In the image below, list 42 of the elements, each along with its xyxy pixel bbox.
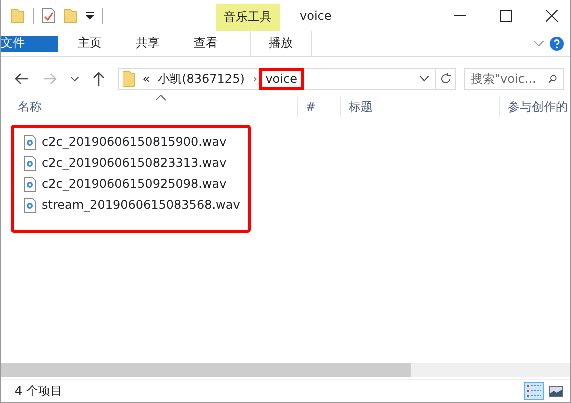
file-name[interactable]: c2c_20190606150925098.wav: [42, 177, 227, 191]
ribbon-tab[interactable]: 播放: [250, 31, 312, 56]
audio-file-icon: [24, 134, 36, 150]
column-header[interactable]: #: [297, 97, 340, 117]
address-bar[interactable]: « 小凯(8367125) › voice: [118, 68, 436, 90]
item-count: 4 个项目: [15, 382, 62, 400]
refresh-icon: [440, 73, 452, 85]
column-header[interactable]: 标题: [340, 97, 499, 117]
search-field[interactable]: 搜索"voic...: [464, 68, 564, 90]
audio-file-icon: [24, 176, 36, 192]
close-icon[interactable]: [546, 10, 558, 22]
help-icon[interactable]: [550, 36, 564, 50]
column-header[interactable]: 名称: [1, 97, 297, 117]
ribbon-tab[interactable]: 查看: [180, 31, 232, 56]
maximize-icon[interactable]: [500, 10, 512, 22]
breadcrumb-item[interactable]: 小凯(8367125): [154, 70, 249, 88]
up-arrow-icon[interactable]: [92, 72, 105, 86]
file-name[interactable]: c2c_20190606150815900.wav: [42, 135, 227, 149]
breadcrumb-item[interactable]: voice: [262, 71, 302, 87]
audio-file-icon: [24, 156, 36, 170]
ribbon-tab[interactable]: 主页: [64, 31, 116, 56]
context-tab-group: 音乐工具: [216, 4, 280, 31]
file-name[interactable]: c2c_20190606150823313.wav: [42, 156, 227, 170]
overflow-chevron[interactable]: «: [138, 72, 154, 86]
back-arrow-icon[interactable]: [15, 73, 29, 85]
details-view-button[interactable]: [524, 382, 544, 400]
refresh-button[interactable]: [436, 68, 456, 90]
audio-file-icon: [24, 198, 36, 212]
dropdown-icon[interactable]: [86, 12, 94, 20]
sort-caret-icon: [156, 95, 166, 101]
search-icon: [549, 73, 557, 85]
folder-icon: [122, 71, 135, 87]
ribbon-tab[interactable]: 文件: [1, 36, 58, 52]
window-title: voice: [300, 8, 332, 22]
file-name[interactable]: stream_2019060615083568.wav: [42, 198, 240, 212]
properties-icon[interactable]: [42, 8, 56, 24]
ribbon-tab[interactable]: 共享: [122, 31, 174, 56]
horizontal-scrollbar[interactable]: [1, 363, 570, 377]
chevron-down-icon[interactable]: [420, 76, 430, 82]
column-header[interactable]: 参与创作的: [499, 97, 570, 117]
breadcrumb-separator[interactable]: ›: [248, 72, 262, 86]
chevron-down-icon[interactable]: [70, 76, 79, 82]
